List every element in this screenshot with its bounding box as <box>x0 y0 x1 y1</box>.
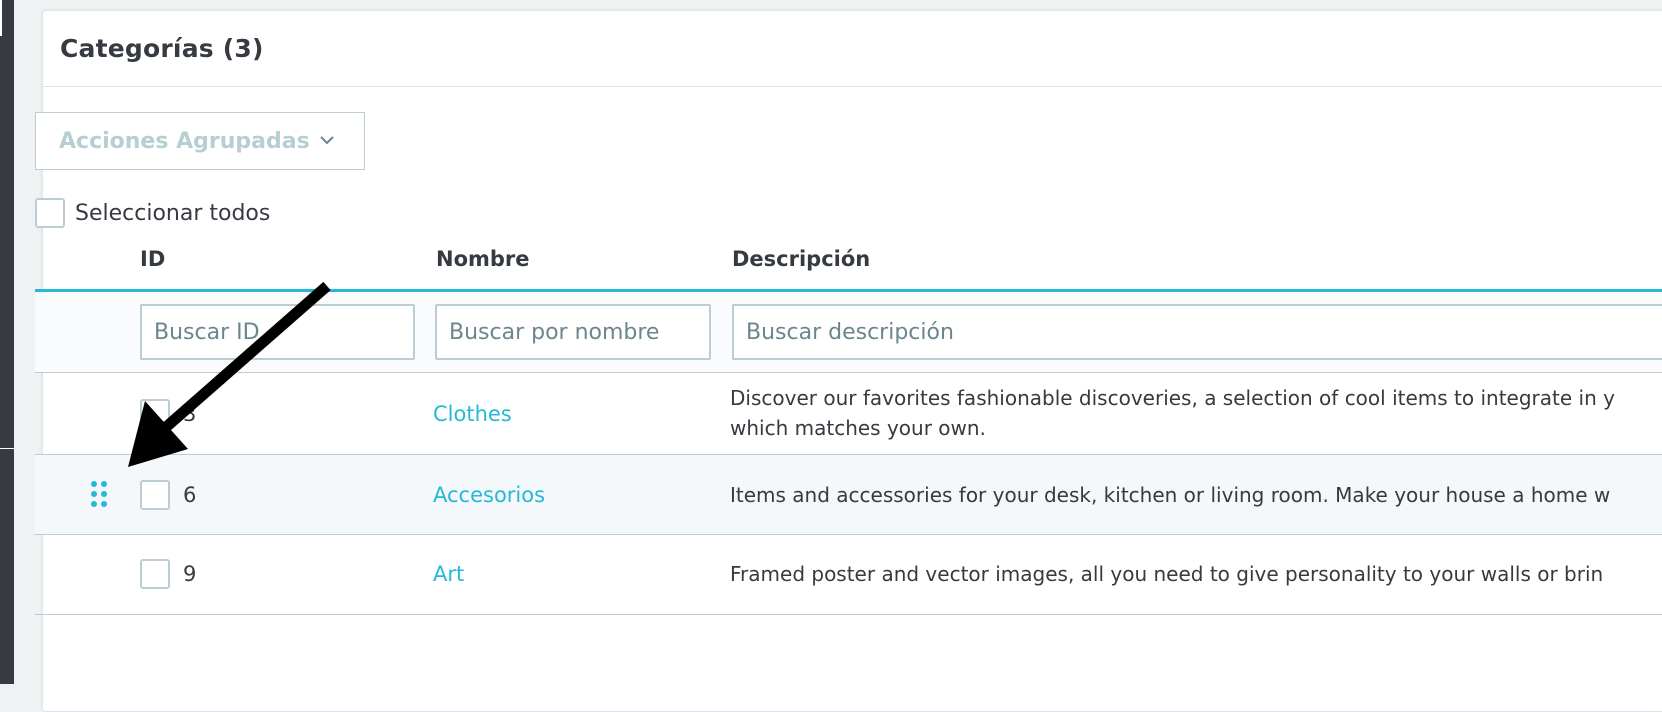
sidebar-rail-tick <box>0 0 2 36</box>
chevron-down-icon <box>320 136 334 145</box>
drag-handle-icon[interactable] <box>90 480 108 508</box>
filter-description-input[interactable] <box>732 304 1662 360</box>
select-all-label: Seleccionar todos <box>75 200 271 226</box>
select-all-checkbox[interactable] <box>35 198 65 228</box>
column-header-description[interactable]: Descripción <box>732 247 870 271</box>
row-id: 3 <box>183 402 197 426</box>
row-id: 9 <box>183 562 197 586</box>
table-row[interactable]: 6 Accesorios Items and accessories for y… <box>35 455 1662 535</box>
row-description: Discover our favorites fashionable disco… <box>730 383 1662 443</box>
row-description-line: which matches your own. <box>730 416 986 440</box>
row-checkbox[interactable] <box>140 480 170 510</box>
table-row[interactable]: 9 Art Framed poster and vector images, a… <box>35 535 1662 615</box>
row-checkbox[interactable] <box>140 559 170 589</box>
row-description: Items and accessories for your desk, kit… <box>730 483 1611 507</box>
row-description-line: Discover our favorites fashionable disco… <box>730 386 1615 410</box>
sidebar-rail-divider <box>0 448 14 449</box>
row-name-link[interactable]: Clothes <box>433 402 512 426</box>
row-description: Framed poster and vector images, all you… <box>730 562 1604 586</box>
select-all[interactable]: Seleccionar todos <box>35 198 270 228</box>
column-header-id[interactable]: ID <box>140 247 165 271</box>
bulk-actions-label: Acciones Agrupadas <box>59 128 310 154</box>
table-row[interactable]: 3 Clothes Discover our favorites fashion… <box>35 373 1662 455</box>
row-name-link[interactable]: Accesorios <box>433 483 545 507</box>
filter-row <box>35 292 1662 373</box>
panel-header: Categorías (3) <box>43 11 1662 87</box>
row-name-link[interactable]: Art <box>433 562 464 586</box>
row-checkbox[interactable] <box>140 399 170 429</box>
panel-title: Categorías (3) <box>60 34 264 63</box>
sidebar-rail <box>0 0 14 684</box>
column-header-name[interactable]: Nombre <box>436 247 530 271</box>
filter-id-input[interactable] <box>140 304 415 360</box>
filter-name-input[interactable] <box>435 304 711 360</box>
bulk-actions-button[interactable]: Acciones Agrupadas <box>35 112 365 170</box>
row-id: 6 <box>183 483 197 507</box>
